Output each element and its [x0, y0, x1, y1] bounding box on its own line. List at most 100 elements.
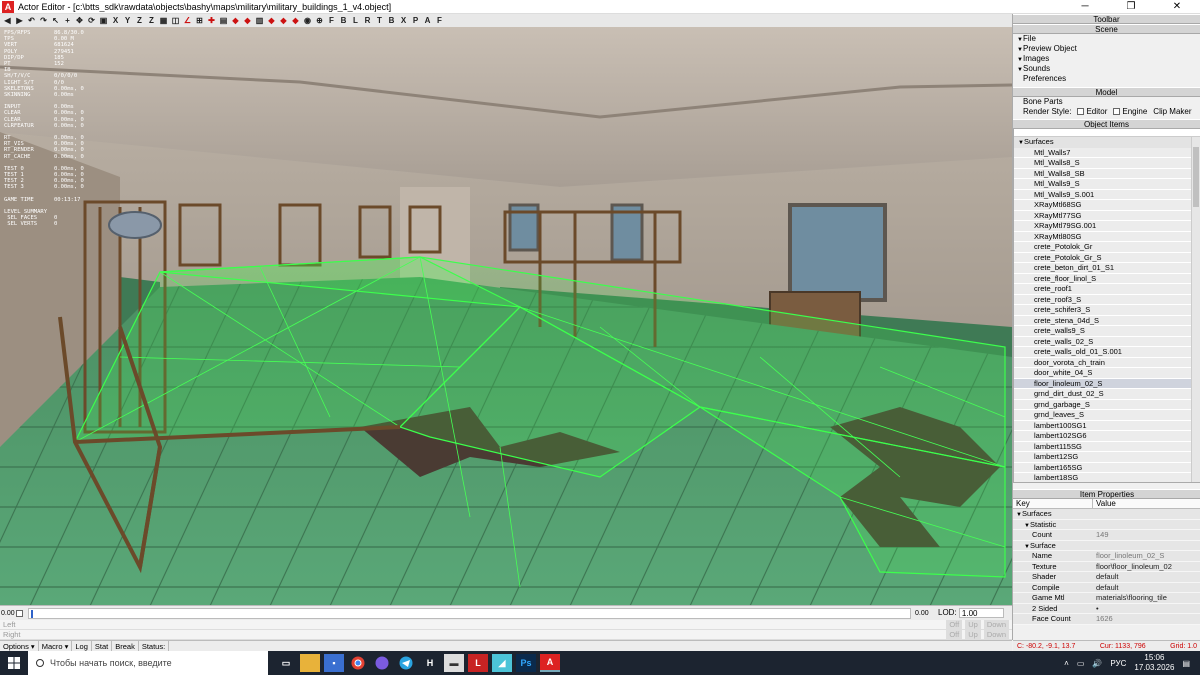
3d-viewport[interactable]: FPS/RFPS 86.8/30.0 TPS 0.00 M VERT 681624 P… — [0, 27, 1012, 605]
tool-app-icon[interactable]: ◢ — [492, 654, 512, 672]
save-app-icon[interactable]: ▪ — [324, 654, 344, 672]
h-app-icon[interactable]: H — [420, 654, 440, 672]
left-down-button[interactable]: Down — [983, 620, 1009, 630]
browser-icon[interactable] — [372, 654, 392, 672]
surface-list-item[interactable]: XRayMtl80SG — [1014, 231, 1200, 242]
scene-item-file[interactable]: ▼File — [1013, 34, 1200, 44]
surface-list-item[interactable]: XRayMtl77SG — [1014, 210, 1200, 221]
right-up-button[interactable]: Up — [965, 630, 981, 640]
maximize-button[interactable]: ❐ — [1108, 0, 1154, 14]
surface-list-item[interactable]: grnd_leaves_S — [1014, 410, 1200, 421]
surface-list-item[interactable]: lambert115SG — [1014, 441, 1200, 452]
scrollbar-thumb[interactable] — [1193, 147, 1199, 207]
windows-start-icon[interactable] — [0, 651, 28, 675]
camera-icon[interactable]: ◉ — [302, 15, 313, 26]
scene-panel-header[interactable]: Scene — [1013, 24, 1200, 34]
snap-icon-4[interactable]: ▥ — [254, 15, 265, 26]
zoom-icon[interactable]: ⊕ — [314, 15, 325, 26]
surface-list-item[interactable]: Mtl_Walls8_SB — [1014, 168, 1200, 179]
lod-input[interactable]: 1.00 — [958, 608, 1004, 618]
property-value[interactable]: default — [1093, 572, 1200, 582]
surface-list-item[interactable]: XRayMtl68SG — [1014, 200, 1200, 211]
property-row[interactable]: Shader default — [1013, 572, 1200, 583]
model-panel-header[interactable]: Model — [1013, 87, 1200, 97]
timeline-marker[interactable] — [31, 609, 33, 618]
undo-icon[interactable]: ↶ — [26, 15, 37, 26]
right-down-button[interactable]: Down — [983, 630, 1009, 640]
surface-list-item[interactable]: crete_roof1 — [1014, 284, 1200, 295]
volume-icon[interactable]: 🔊 — [1092, 659, 1102, 668]
item-properties-header[interactable]: Item Properties — [1013, 489, 1200, 499]
clip-maker-button[interactable]: Clip Maker — [1153, 107, 1191, 117]
property-row[interactable]: ▼Surface — [1013, 540, 1200, 551]
render-engine-radio[interactable]: Engine — [1113, 107, 1147, 117]
surface-list-item[interactable]: crete_stena_04d_S — [1014, 315, 1200, 326]
axis-y-button[interactable]: Y — [122, 15, 133, 26]
view-right-button[interactable]: R — [362, 15, 373, 26]
property-row[interactable]: Game Mtl materials\flooring_tile — [1013, 593, 1200, 604]
property-value[interactable]: 149 — [1093, 530, 1200, 540]
snap-icon-3[interactable]: ◆ — [242, 15, 253, 26]
property-value[interactable]: • — [1093, 604, 1200, 614]
add-icon[interactable]: + — [62, 15, 73, 26]
view-axis-button[interactable]: A — [422, 15, 433, 26]
list-scrollbar[interactable] — [1191, 137, 1200, 482]
chrome-icon[interactable] — [348, 654, 368, 672]
view-left-button[interactable]: L — [350, 15, 361, 26]
timeline-checkbox[interactable] — [16, 609, 23, 617]
arrow-right-icon[interactable]: ▶ — [14, 15, 25, 26]
view-front-button[interactable]: F — [326, 15, 337, 26]
property-value[interactable] — [1093, 520, 1200, 530]
view-perspective-button[interactable]: P — [410, 15, 421, 26]
stat-button[interactable]: Stat — [92, 640, 113, 652]
toolbar-panel-header[interactable]: Toolbar — [1013, 14, 1200, 24]
axis-z-button[interactable]: Z — [134, 15, 145, 26]
list-filter-input[interactable] — [1014, 129, 1200, 137]
snap-icon-5[interactable]: ◆ — [266, 15, 277, 26]
snap-vertex-icon[interactable]: ✚ — [206, 15, 217, 26]
preferences-item[interactable]: Preferences — [1013, 74, 1200, 84]
surface-list-item[interactable]: lambert102SG6 — [1014, 431, 1200, 442]
snap-icon-1[interactable]: ▤ — [218, 15, 229, 26]
property-value[interactable]: floor\floor_linoleum_02 — [1093, 562, 1200, 572]
view-top-button[interactable]: T — [374, 15, 385, 26]
property-value[interactable] — [1093, 541, 1200, 551]
surface-list-item[interactable]: grnd_garbage_S — [1014, 399, 1200, 410]
property-value[interactable] — [1093, 509, 1200, 519]
surface-list-item[interactable]: crete_Potolok_Gr — [1014, 242, 1200, 253]
arrow-left-icon[interactable]: ◀ — [2, 15, 13, 26]
file-explorer-icon[interactable] — [300, 654, 320, 672]
surface-list-item[interactable]: crete_walls_old_01_S.001 — [1014, 347, 1200, 358]
actor-editor-taskbar-icon[interactable]: A — [540, 654, 560, 672]
redo-icon[interactable]: ↷ — [38, 15, 49, 26]
surface-list-item[interactable]: Mtl_Walls9_S.001 — [1014, 189, 1200, 200]
property-row[interactable]: Texture floor\floor_linoleum_02 — [1013, 561, 1200, 572]
snap-icon-6[interactable]: ◆ — [278, 15, 289, 26]
surface-list-item[interactable]: XRayMtl79SG.001 — [1014, 221, 1200, 232]
snap-angle-icon[interactable]: ∠ — [182, 15, 193, 26]
object-items-list[interactable]: ▼Surfaces Mtl_Walls7 Mtl_Walls8_S Mtl_Wall… — [1013, 128, 1200, 483]
snap-icon-7[interactable]: ◆ — [290, 15, 301, 26]
left-up-button[interactable]: Up — [965, 620, 981, 630]
rotate-icon[interactable]: ⟳ — [86, 15, 97, 26]
view-free-button[interactable]: F — [434, 15, 445, 26]
surface-list-item[interactable]: lambert12SG — [1014, 452, 1200, 463]
move-icon[interactable]: ✥ — [74, 15, 85, 26]
taskbar-search-box[interactable]: Чтобы начать поиск, введите — [28, 651, 268, 675]
view-reset-button[interactable]: X — [398, 15, 409, 26]
minimize-button[interactable]: ─ — [1062, 0, 1108, 14]
surface-list-item[interactable]: lambert18SG — [1014, 473, 1200, 482]
snap-object-icon[interactable]: ◫ — [170, 15, 181, 26]
surface-list-item[interactable]: grnd_dirt_dust_02_S — [1014, 389, 1200, 400]
property-value[interactable]: materials\flooring_tile — [1093, 593, 1200, 603]
surface-list-item[interactable]: Mtl_Walls7 — [1014, 147, 1200, 158]
view-back-button[interactable]: B — [338, 15, 349, 26]
task-view-icon[interactable]: ▭ — [276, 654, 296, 672]
property-row[interactable]: Name floor_linoleum_02_S — [1013, 551, 1200, 562]
render-editor-radio[interactable]: Editor — [1077, 107, 1107, 117]
surface-list-item[interactable]: lambert100SG1 — [1014, 420, 1200, 431]
axis-x-button[interactable]: X — [110, 15, 121, 26]
view-bottom-button[interactable]: B — [386, 15, 397, 26]
surface-list-item[interactable]: crete_floor_linol_S — [1014, 273, 1200, 284]
window-app-icon[interactable]: ▬ — [444, 654, 464, 672]
